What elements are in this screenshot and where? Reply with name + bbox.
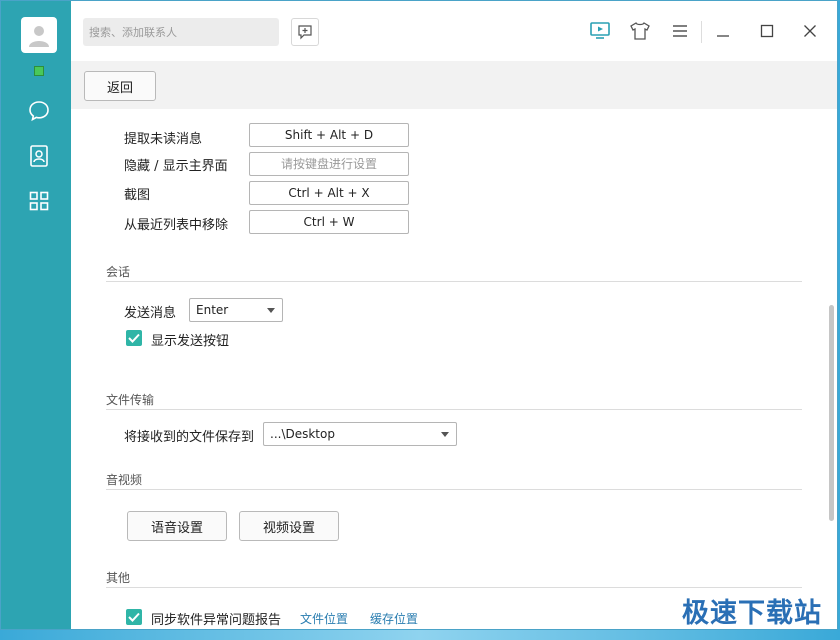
chevron-down-icon <box>267 308 275 313</box>
menu-icon[interactable] <box>668 19 692 43</box>
video-settings-button[interactable]: 视频设置 <box>239 511 339 541</box>
section-title-other: 其他 <box>106 571 131 585</box>
live-screen-icon[interactable] <box>588 19 612 43</box>
voice-settings-button[interactable]: 语音设置 <box>127 511 227 541</box>
save-location-value: ...\Desktop <box>270 427 335 441</box>
scrollbar-thumb[interactable] <box>829 305 834 521</box>
save-location-select[interactable]: ...\Desktop <box>263 422 457 446</box>
hotkey-field-toggle-main[interactable]: 请按键盘进行设置 <box>249 152 409 176</box>
hotkey-label-unread: 提取未读消息 <box>124 132 203 147</box>
close-icon[interactable] <box>798 19 822 43</box>
add-chat-icon <box>298 25 312 40</box>
hotkey-field-unread[interactable]: Shift + Alt + D <box>249 123 409 147</box>
top-bar <box>71 1 837 62</box>
save-location-label: 将接收到的文件保存到 <box>124 430 255 445</box>
chat-icon[interactable] <box>27 99 51 123</box>
section-title-session: 会话 <box>106 265 131 279</box>
hotkey-label-screenshot: 截图 <box>124 188 151 203</box>
send-message-label: 发送消息 <box>124 306 177 321</box>
hotkey-label-toggle-main: 隐藏 / 显示主界面 <box>124 159 228 174</box>
apps-grid-icon[interactable] <box>27 189 51 213</box>
back-button[interactable]: 返回 <box>84 71 156 101</box>
user-silhouette-icon <box>29 26 49 47</box>
section-divider <box>106 409 802 410</box>
skin-shirt-icon[interactable] <box>628 19 652 43</box>
section-divider <box>106 281 802 282</box>
checkmark-icon <box>128 333 140 343</box>
sync-error-report-label: 同步软件异常问题报告 <box>151 613 282 628</box>
sync-error-report-checkbox[interactable] <box>126 609 142 625</box>
hotkey-field-remove-recent[interactable]: Ctrl + W <box>249 210 409 234</box>
vertical-scrollbar[interactable] <box>825 61 835 629</box>
show-send-button-checkbox[interactable] <box>126 330 142 346</box>
app-window: 返回 提取未读消息 Shift + Alt + D 隐藏 / 显示主界面 请按键… <box>0 0 838 630</box>
send-key-value: Enter <box>196 303 229 317</box>
checkmark-icon <box>128 612 140 622</box>
chevron-down-icon <box>441 432 449 437</box>
file-location-link[interactable]: 文件位置 <box>300 610 348 627</box>
section-title-file-transfer: 文件传输 <box>106 393 155 407</box>
online-status-indicator[interactable] <box>34 66 44 76</box>
settings-content: 提取未读消息 Shift + Alt + D 隐藏 / 显示主界面 请按键盘进行… <box>71 109 823 629</box>
contacts-icon[interactable] <box>27 144 51 168</box>
watermark-text: 极速下载站 <box>682 598 822 629</box>
sidebar <box>1 1 71 629</box>
hotkey-label-remove-recent: 从最近列表中移除 <box>124 218 229 233</box>
hotkey-field-screenshot[interactable]: Ctrl + Alt + X <box>249 181 409 205</box>
cache-location-link[interactable]: 缓存位置 <box>370 610 418 627</box>
search-input[interactable] <box>83 18 279 46</box>
maximize-icon[interactable] <box>755 19 779 43</box>
section-divider <box>106 489 802 490</box>
section-title-audio-video: 音视频 <box>106 473 143 487</box>
section-divider <box>106 587 802 588</box>
show-send-button-label: 显示发送按钮 <box>151 334 230 349</box>
settings-header-bar: 返回 <box>71 61 837 109</box>
avatar[interactable] <box>21 17 57 53</box>
new-chat-button[interactable] <box>291 18 319 46</box>
minimize-icon[interactable] <box>711 19 735 43</box>
toolbar-separator <box>701 21 702 43</box>
send-key-select[interactable]: Enter <box>189 298 283 322</box>
